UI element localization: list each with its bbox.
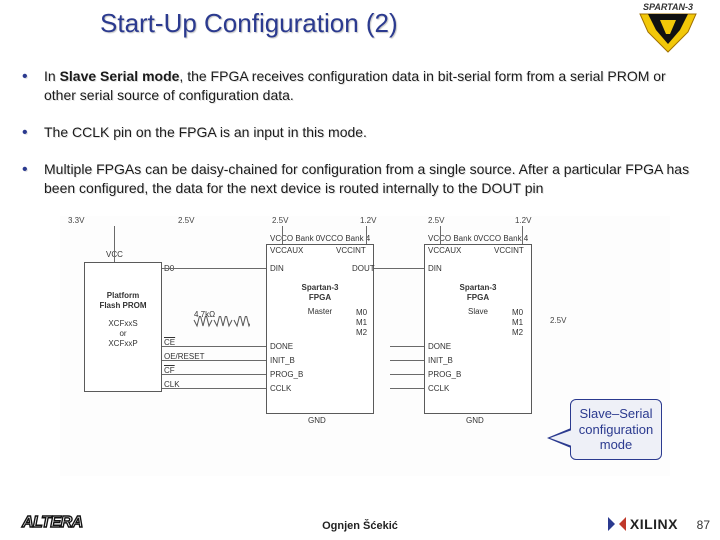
pin-label: CCLK [428, 384, 449, 393]
pin-label: VCCINT [336, 246, 366, 255]
bullet-2: • The CCLK pin on the FPGA is an input i… [22, 123, 698, 142]
prom-box: Platform Flash PROM XCFxxS or XCFxxP [84, 262, 162, 392]
fpga1-sub: FPGA [309, 293, 331, 302]
pin-label: DIN [270, 264, 284, 273]
pin-label: M1 [356, 318, 367, 327]
prom-sub2: XCFxxP [108, 339, 137, 348]
volt-label: 2.5V [550, 316, 566, 325]
pin-label: M2 [512, 328, 523, 337]
xilinx-text: XILINX [630, 516, 678, 532]
prom-title2: Flash PROM [99, 301, 146, 310]
pin-label: CCLK [270, 384, 291, 393]
pin-label: VCCINT [494, 246, 524, 255]
bullet-dot-icon: • [22, 67, 44, 86]
pin-label: M2 [356, 328, 367, 337]
pin-label: GND [308, 416, 326, 425]
pin-label: DOUT [352, 264, 375, 273]
pin-label: M1 [512, 318, 523, 327]
xilinx-logo: XILINX [608, 516, 678, 532]
bullet-1-strong: Slave Serial mode [60, 68, 180, 84]
pin-label: INIT_B [270, 356, 295, 365]
bullet-dot-icon: • [22, 160, 44, 179]
prom-title1: Platform [107, 291, 139, 300]
bullet-1: • In Slave Serial mode, the FPGA receive… [22, 67, 698, 105]
spartan3-logo: SPARTAN-3 [630, 0, 706, 56]
callout-text: Slave–Serial configuration mode [579, 406, 653, 452]
pin-label: DONE [270, 342, 293, 351]
resistor-icon [190, 316, 250, 344]
pin-label: M0 [356, 308, 367, 317]
pin-label: VCCAUX [270, 246, 303, 255]
fpga2-sub: FPGA [467, 293, 489, 302]
prom-sub1: XCFxxS [108, 319, 137, 328]
fpga2-name: Spartan-3 [460, 283, 497, 292]
author-text: Ognjen Šćekić [322, 520, 398, 532]
bullet-3: • Multiple FPGAs can be daisy-chained fo… [22, 160, 698, 198]
pin-label: GND [466, 416, 484, 425]
bullet-2-text: The CCLK pin on the FPGA is an input in … [44, 123, 367, 142]
pin-label: M0 [512, 308, 523, 317]
bullet-1-pre: In [44, 68, 60, 84]
pin-label: DIN [428, 264, 442, 273]
altera-logo: ALTERA [22, 514, 83, 532]
page-number: 87 [697, 518, 710, 532]
volt-label: 2.5V [272, 216, 288, 225]
bullet-3-text: Multiple FPGAs can be daisy-chained for … [44, 160, 698, 198]
volt-label: 3.3V [68, 216, 84, 225]
pin-label: VCCO Bank 0 [270, 234, 320, 243]
bullet-dot-icon: • [22, 123, 44, 142]
fpga1-role: Master [308, 307, 332, 316]
volt-label: 1.2V [515, 216, 531, 225]
pin-label: DONE [428, 342, 451, 351]
pin-label: VCCO Bank 0 [428, 234, 478, 243]
pin-label: PROG_B [270, 370, 303, 379]
pin-label: VCCAUX [428, 246, 461, 255]
volt-label: 1.2V [360, 216, 376, 225]
schematic-diagram: 3.3V 2.5V 2.5V 1.2V 2.5V 1.2V Platform F… [60, 216, 670, 476]
svg-text:SPARTAN-3: SPARTAN-3 [643, 2, 693, 12]
xilinx-mark-icon [608, 517, 626, 531]
volt-label: 2.5V [428, 216, 444, 225]
bullet-list: • In Slave Serial mode, the FPGA receive… [0, 57, 720, 198]
prom-or: or [119, 329, 126, 338]
fpga2-role: Slave [468, 307, 488, 316]
pin-label: PROG_B [428, 370, 461, 379]
callout-box: Slave–Serial configuration mode [570, 399, 662, 460]
pin-label: VCCO Bank 4 [478, 234, 528, 243]
volt-label: 2.5V [178, 216, 194, 225]
pin-label: INIT_B [428, 356, 453, 365]
page-title: Start-Up Configuration (2) [100, 8, 720, 39]
pin-label: VCCO Bank 4 [320, 234, 370, 243]
fpga1-name: Spartan-3 [302, 283, 339, 292]
